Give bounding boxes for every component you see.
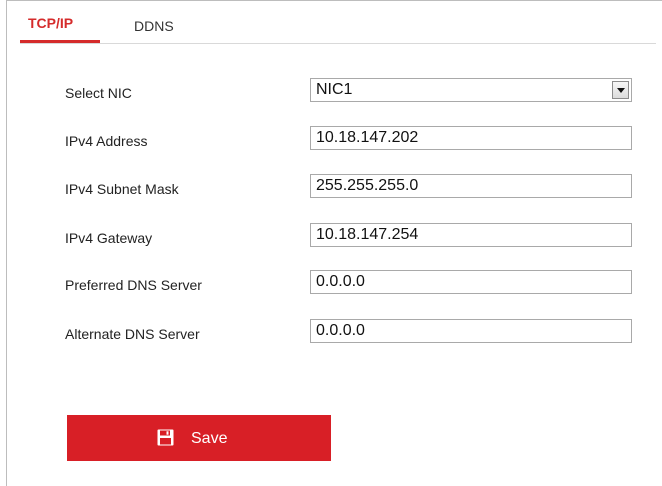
ipv4-gateway-row: IPv4 Gateway 10.18.147.254 — [65, 223, 635, 249]
save-button[interactable]: Save — [67, 415, 331, 461]
alternate-dns-row: Alternate DNS Server 0.0.0.0 — [65, 319, 635, 345]
ipv4-subnet-mask-input[interactable]: 255.255.255.0 — [310, 174, 632, 198]
preferred-dns-label: Preferred DNS Server — [65, 277, 202, 293]
tab-ddns[interactable]: DDNS — [134, 18, 174, 46]
ipv4-address-row: IPv4 Address 10.18.147.202 — [65, 126, 635, 152]
select-nic-label: Select NIC — [65, 85, 132, 101]
save-label: Save — [191, 430, 228, 447]
network-settings-panel: TCP/IP DDNS Select NIC NIC1 IPv4 Address… — [6, 0, 662, 486]
preferred-dns-input[interactable]: 0.0.0.0 — [310, 270, 632, 294]
ipv4-subnet-mask-label: IPv4 Subnet Mask — [65, 181, 179, 197]
select-nic-value: NIC1 — [316, 81, 353, 98]
ipv4-address-input[interactable]: 10.18.147.202 — [310, 126, 632, 150]
alternate-dns-label: Alternate DNS Server — [65, 326, 200, 342]
select-nic-dropdown[interactable]: NIC1 — [310, 78, 632, 102]
ipv4-subnet-mask-row: IPv4 Subnet Mask 255.255.255.0 — [65, 174, 635, 200]
tab-tcp-ip[interactable]: TCP/IP — [20, 15, 100, 43]
chevron-down-icon[interactable] — [612, 81, 629, 99]
ipv4-gateway-input[interactable]: 10.18.147.254 — [310, 223, 632, 247]
select-nic-row: Select NIC NIC1 — [65, 78, 635, 104]
preferred-dns-row: Preferred DNS Server 0.0.0.0 — [65, 270, 635, 296]
alternate-dns-input[interactable]: 0.0.0.0 — [310, 319, 632, 343]
ipv4-gateway-label: IPv4 Gateway — [65, 230, 153, 246]
tab-bar: TCP/IP DDNS — [20, 1, 656, 44]
floppy-disk-icon — [157, 429, 174, 446]
ipv4-address-label: IPv4 Address — [65, 133, 148, 149]
